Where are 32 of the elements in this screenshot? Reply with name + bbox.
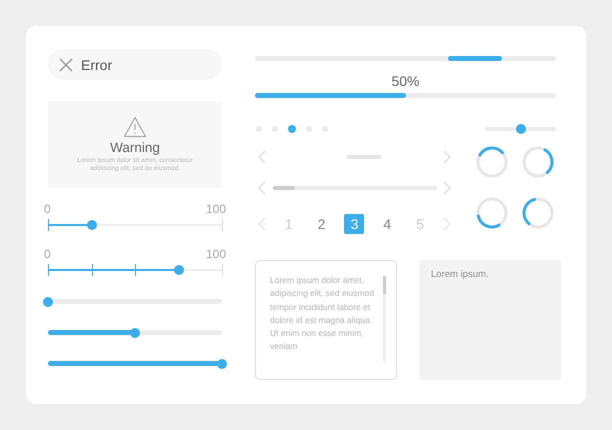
chevron-right-icon[interactable] — [442, 217, 451, 231]
max-label: 100 — [206, 247, 226, 261]
chevron-left-icon[interactable] — [258, 181, 266, 195]
error-label: Error — [81, 56, 112, 72]
warning-icon — [123, 116, 147, 138]
close-icon[interactable] — [59, 58, 73, 72]
page-button[interactable]: 3 — [344, 214, 364, 234]
spinner-icon — [522, 146, 554, 178]
spinner-icon — [522, 196, 554, 228]
slider-thumb[interactable] — [86, 220, 96, 230]
page-button[interactable]: 4 — [377, 214, 398, 234]
slider-thumb[interactable] — [516, 124, 526, 134]
page-dot[interactable] — [288, 125, 296, 133]
min-label: 0 — [44, 247, 51, 261]
chevron-right-icon[interactable] — [443, 181, 451, 195]
spinner-icon — [476, 196, 508, 228]
chevron-left-icon[interactable] — [258, 217, 266, 231]
chevron-left-icon[interactable] — [258, 150, 266, 164]
slider-thumb[interactable] — [174, 265, 184, 275]
chevron-right-icon[interactable] — [443, 150, 451, 164]
text-field[interactable]: Lorem ipsum. — [419, 260, 561, 380]
slider-thumb[interactable] — [130, 328, 140, 338]
warning-title: Warning — [110, 140, 160, 155]
slider-thumb[interactable] — [43, 296, 53, 306]
text-area-text: Lorem ipsum dolor amet, adipiscing elit, sed eiusmod tempor incididunt labore et dolore id est magna aliqua. Ut enim non esse minim, veniam — [270, 274, 374, 354]
spinner-icon — [476, 146, 508, 178]
slider-thumb[interactable] — [217, 358, 227, 368]
min-label: 0 — [44, 202, 51, 216]
max-label: 100 — [206, 202, 226, 216]
text-area[interactable]: Lorem ipsum dolor amet, adipiscing elit, sed eiusmod tempor incididunt labore et dolore id est magna aliqua. Ut enim non esse minim, veniam — [255, 260, 397, 380]
progress-reading: 50% — [390, 73, 421, 89]
page-button[interactable]: 2 — [312, 214, 332, 234]
